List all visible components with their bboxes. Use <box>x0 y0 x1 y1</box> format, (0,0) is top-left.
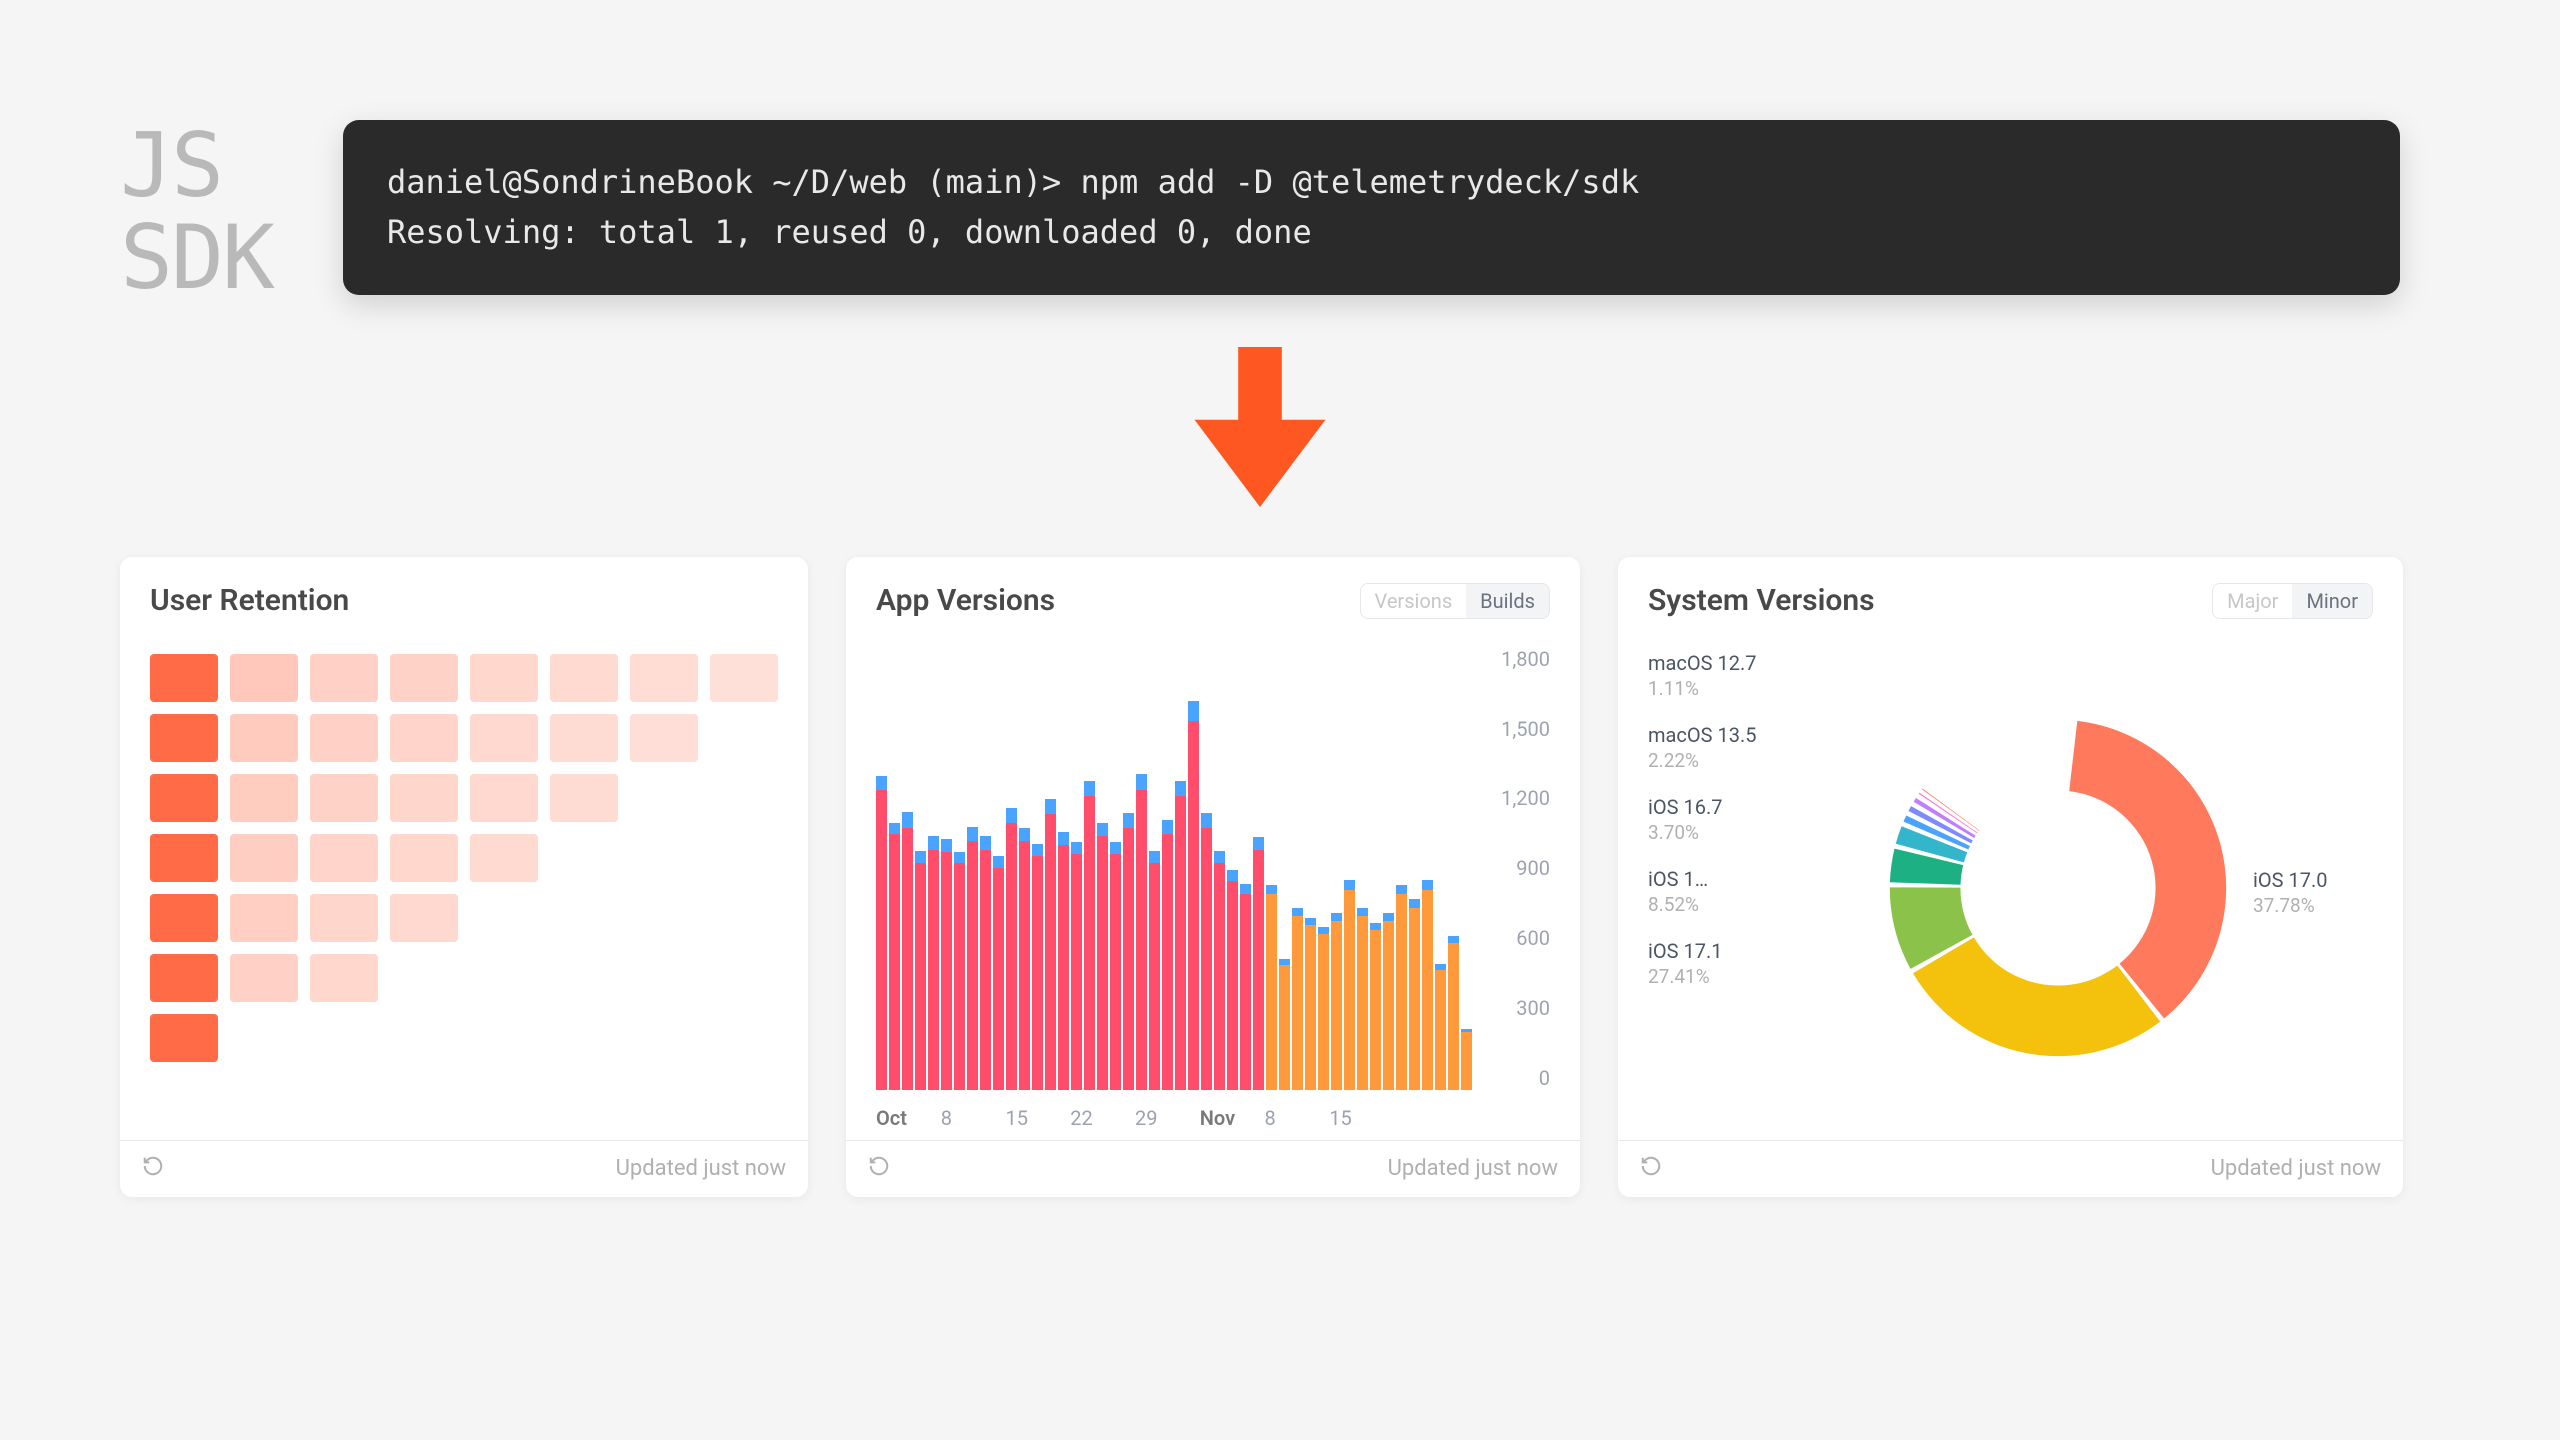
donut-labels-right: iOS 17.037.78% <box>2253 647 2373 1130</box>
page-title: JSSDK <box>120 120 273 305</box>
refresh-icon[interactable] <box>142 1155 164 1183</box>
segmented-control[interactable]: Versions Builds <box>1360 583 1550 619</box>
card-app-versions: App Versions Versions Builds Oct8152229N… <box>846 557 1580 1197</box>
pill-builds[interactable]: Builds <box>1466 584 1549 618</box>
updated-label: Updated just now <box>2211 1156 2381 1181</box>
pill-major[interactable]: Major <box>2213 584 2292 618</box>
bar-chart <box>876 647 1472 1090</box>
card-title: User Retention <box>150 583 349 618</box>
segmented-control[interactable]: Major Minor <box>2212 583 2373 619</box>
updated-label: Updated just now <box>1388 1156 1558 1181</box>
terminal-line: daniel@SondrineBook ~/D/web (main)> npm … <box>387 158 2356 208</box>
refresh-icon[interactable] <box>1640 1155 1662 1183</box>
x-axis: Oct8152229Nov815 <box>876 1106 1394 1130</box>
refresh-icon[interactable] <box>868 1155 890 1183</box>
y-axis: 1,8001,5001,2009006003000 <box>1472 647 1550 1130</box>
arrow-down-icon <box>1185 347 1335 507</box>
terminal-line: Resolving: total 1, reused 0, downloaded… <box>387 208 2356 258</box>
terminal-block: daniel@SondrineBook ~/D/web (main)> npm … <box>343 120 2400 295</box>
card-system-versions: System Versions Major Minor macOS 12.71.… <box>1618 557 2403 1197</box>
retention-heatmap <box>150 654 778 1062</box>
card-title: System Versions <box>1648 583 1875 618</box>
pill-versions[interactable]: Versions <box>1361 584 1467 618</box>
card-user-retention: User Retention Updated just now <box>120 557 808 1197</box>
pill-minor[interactable]: Minor <box>2292 584 2372 618</box>
donut-labels-left: macOS 12.71.11%macOS 13.52.22%iOS 16.73.… <box>1648 647 1863 1130</box>
updated-label: Updated just now <box>616 1156 786 1181</box>
donut-chart <box>1873 703 2243 1073</box>
card-title: App Versions <box>876 583 1055 618</box>
